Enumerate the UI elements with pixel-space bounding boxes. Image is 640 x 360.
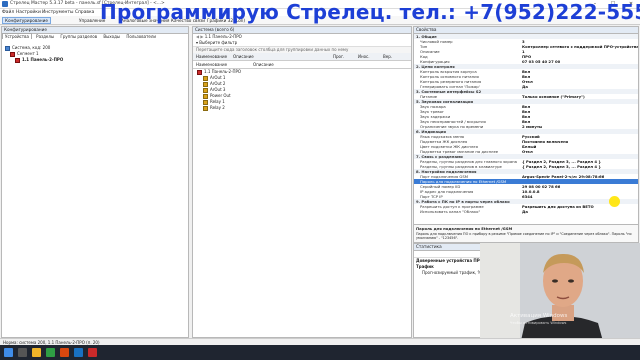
promo-banner: Программирую Стрелец. тел.: +7(952)222-5… bbox=[100, 0, 640, 24]
output-icon bbox=[203, 81, 208, 87]
watermark-subtitle: Чтобы активировать Windows bbox=[510, 321, 567, 325]
output-icon bbox=[203, 93, 208, 99]
search-icon[interactable] bbox=[18, 348, 27, 357]
tree-item-panel[interactable]: 1.1 Панель-2-ПРО bbox=[2, 57, 188, 63]
menu-settings[interactable]: Настройки bbox=[16, 10, 41, 15]
presenter-video bbox=[480, 243, 640, 345]
segment-icon bbox=[10, 51, 15, 57]
tab-configuration[interactable]: Конфигурирование bbox=[2, 17, 51, 24]
app-icon bbox=[2, 1, 8, 7]
col-inos[interactable]: Инос. bbox=[358, 53, 370, 60]
property-name: Использовать канал "Облако" bbox=[420, 209, 481, 214]
start-icon[interactable] bbox=[4, 348, 13, 357]
watermark-title: Активация Windows bbox=[510, 313, 568, 319]
col-name[interactable]: Наименование bbox=[196, 53, 227, 60]
tree-col-name[interactable]: Наименование bbox=[196, 61, 227, 68]
relay-icon bbox=[203, 105, 208, 111]
cursor-highlight bbox=[609, 196, 620, 207]
back-arrow-icon[interactable]: ◀ ▶ bbox=[196, 34, 205, 39]
properties-title: Свойства bbox=[414, 27, 638, 34]
app-icon[interactable] bbox=[74, 348, 83, 357]
properties-panel: Свойства 1. Общие Числовой номер 3 Тип Контр… bbox=[413, 26, 639, 243]
webcam-overlay: Активация Windows Чтобы активировать Win… bbox=[480, 243, 640, 345]
output-icon bbox=[203, 75, 208, 81]
help-title: Пароль для подключения по Ethernet /GSM bbox=[416, 226, 513, 231]
strelets-master-icon[interactable] bbox=[88, 348, 97, 357]
menu-tools[interactable]: Инструменты bbox=[42, 10, 73, 15]
relay-icon bbox=[203, 99, 208, 105]
tab-sections[interactable]: Разделы bbox=[34, 34, 56, 39]
property-value[interactable]: Да bbox=[522, 209, 528, 214]
filter-row[interactable]: ▾ Выберите фильтр bbox=[193, 40, 411, 47]
help-text: Пароль для подключения ПО к прибору в ре… bbox=[416, 232, 632, 240]
tree-col-description[interactable]: Описание bbox=[253, 61, 274, 68]
configuration-panel: Конфигурирование Устройства Разделы Груп… bbox=[1, 26, 189, 338]
explorer-icon[interactable] bbox=[32, 348, 41, 357]
windows-taskbar bbox=[0, 345, 640, 360]
tab-section-groups[interactable]: Группы разделов bbox=[58, 34, 99, 39]
menu-help[interactable]: Справка bbox=[75, 10, 94, 15]
property-help: Пароль для подключения по Ethernet /GSM … bbox=[413, 224, 639, 243]
col-description[interactable]: Описание bbox=[233, 53, 254, 60]
property-row[interactable]: Использовать канал "Облако" Да bbox=[414, 209, 638, 214]
tab-users[interactable]: Пользователи bbox=[124, 34, 158, 39]
system-panel-title: Система (всего 6) bbox=[193, 27, 411, 34]
tree-table-header: Наименование Описание bbox=[193, 61, 411, 69]
panel-icon bbox=[197, 69, 202, 75]
app-icon[interactable] bbox=[60, 348, 69, 357]
menu-file[interactable]: Файл bbox=[2, 10, 14, 15]
tab-devices[interactable]: Устройства bbox=[2, 33, 32, 39]
properties-grid: 1. Общие Числовой номер 3 Тип Контроллер сет… bbox=[414, 34, 638, 214]
col-prog[interactable]: Прог. bbox=[333, 53, 344, 60]
list-item[interactable]: Relay 2 bbox=[193, 105, 411, 111]
output-icon bbox=[203, 87, 208, 93]
system-panel: Система (всего 6) ◀ ▶ 1.1 Панель-2-ПРО ▾… bbox=[192, 26, 412, 338]
tab-outputs[interactable]: Выходы bbox=[101, 34, 122, 39]
col-ver[interactable]: Вер. bbox=[383, 53, 392, 60]
panel-icon bbox=[15, 57, 20, 63]
browser-icon[interactable] bbox=[46, 348, 55, 357]
device-table-header: Наименование Описание Прог. Инос. Вер. bbox=[193, 53, 411, 61]
system-icon bbox=[5, 45, 10, 51]
